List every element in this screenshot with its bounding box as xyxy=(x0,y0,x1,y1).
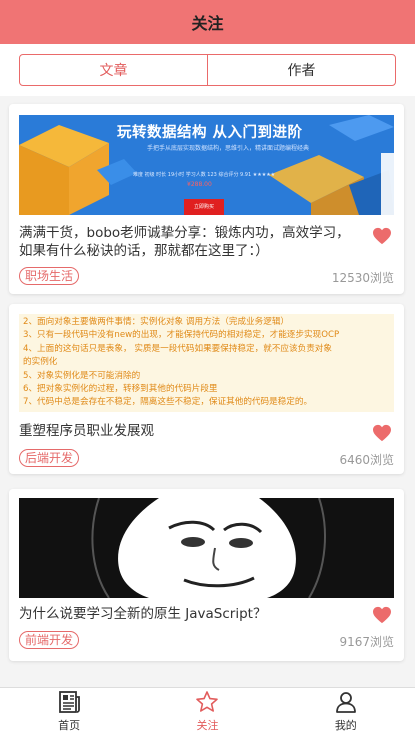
note-line: 2、面向对象主要做两件事情：实例化对象 调用方法（完成业务逻辑） xyxy=(23,317,290,327)
nav-home[interactable]: 首页 xyxy=(0,688,138,735)
banner-info: 难度 初级 时长 19小时 学习人数 123 综合评分 9.91 ★★★★★ xyxy=(133,172,276,178)
article-image-notes[interactable]: 2、面向对象主要做两件事情：实例化对象 调用方法（完成业务逻辑） 3、只有一段代… xyxy=(19,314,394,412)
category-tag[interactable]: 前端开发 xyxy=(19,631,80,649)
bottom-navigation: 首页 关注 我的 xyxy=(0,687,415,735)
segment-control-wrap: 文章 作者 xyxy=(0,44,415,96)
category-tag[interactable]: 职场生活 xyxy=(19,267,80,285)
note-line: 3、只有一段代码中没有new的出现，才能保持代码的相对稳定，才能逐步实现OCP xyxy=(23,330,340,341)
note-line: 6、把对象实例化的过程，转移到其他的代码片段里 xyxy=(23,384,218,395)
note-line: 7、代码中总是会存在不稳定，隔离这些不稳定，保证其他的代码是稳定的。 xyxy=(23,397,313,408)
view-count: 6460浏览 xyxy=(339,453,394,467)
user-icon xyxy=(335,692,356,713)
article-title[interactable]: 重塑程序员职业发展观 xyxy=(19,422,359,440)
article-card[interactable]: 玩转数据结构 从入门到进阶 手把手从底层实现数据结构，思维引入，精讲面试题编程经… xyxy=(9,104,404,294)
nav-me-label: 我的 xyxy=(334,719,357,732)
tab-authors[interactable]: 作者 xyxy=(207,55,395,85)
note-line: 的实例化 xyxy=(23,357,58,368)
tab-articles[interactable]: 文章 xyxy=(20,55,207,85)
view-count: 9167浏览 xyxy=(339,635,394,649)
banner-subtitle: 手把手从底层实现数据结构，思维引入，精讲面试题编程经典 xyxy=(147,145,310,152)
top-bar: 关注 xyxy=(0,0,415,44)
nav-follow[interactable]: 关注 xyxy=(138,688,276,735)
article-image-banner[interactable]: 玩转数据结构 从入门到进阶 手把手从底层实现数据结构，思维引入，精讲面试题编程经… xyxy=(19,115,394,215)
article-image-meme[interactable] xyxy=(19,498,394,598)
view-count: 12530浏览 xyxy=(331,271,394,285)
category-tag[interactable]: 后端开发 xyxy=(19,449,80,467)
note-line: 5、对象实例化是不可能消除的 xyxy=(23,370,141,381)
heart-icon[interactable] xyxy=(372,424,392,442)
banner-price: ¥288.00 xyxy=(187,181,212,188)
article-title[interactable]: 满满干货，bobo老师诚挚分享：锻炼内功，高效学习，如果有什么秘诀的话，那就都在… xyxy=(19,224,359,260)
nav-home-label: 首页 xyxy=(58,719,81,732)
banner-title: 玩转数据结构 从入门到进阶 xyxy=(117,125,303,141)
banner-buy-button: 立即购买 xyxy=(184,199,224,215)
page-title: 关注 xyxy=(191,14,224,33)
heart-icon[interactable] xyxy=(372,227,392,245)
article-title[interactable]: 为什么说要学习全新的原生 JavaScript？ xyxy=(19,605,359,623)
nav-follow-label: 关注 xyxy=(196,719,219,732)
newspaper-icon xyxy=(59,691,81,713)
heart-icon[interactable] xyxy=(372,606,392,624)
meme-art xyxy=(19,498,394,598)
article-card[interactable]: 为什么说要学习全新的原生 JavaScript？ 前端开发 9167浏览 xyxy=(9,489,404,661)
note-line: 4、上面的这句话只是表象， 实质是一段代码如果要保持稳定，就不应该负责对象 xyxy=(23,343,332,354)
nav-me[interactable]: 我的 xyxy=(277,688,415,735)
article-card[interactable]: 2、面向对象主要做两件事情：实例化对象 调用方法（完成业务逻辑） 3、只有一段代… xyxy=(9,304,404,474)
segment-control: 文章 作者 xyxy=(19,54,396,86)
article-feed[interactable]: 玩转数据结构 从入门到进阶 手把手从底层实现数据结构，思维引入，精讲面试题编程经… xyxy=(0,96,415,687)
star-icon xyxy=(196,691,219,712)
